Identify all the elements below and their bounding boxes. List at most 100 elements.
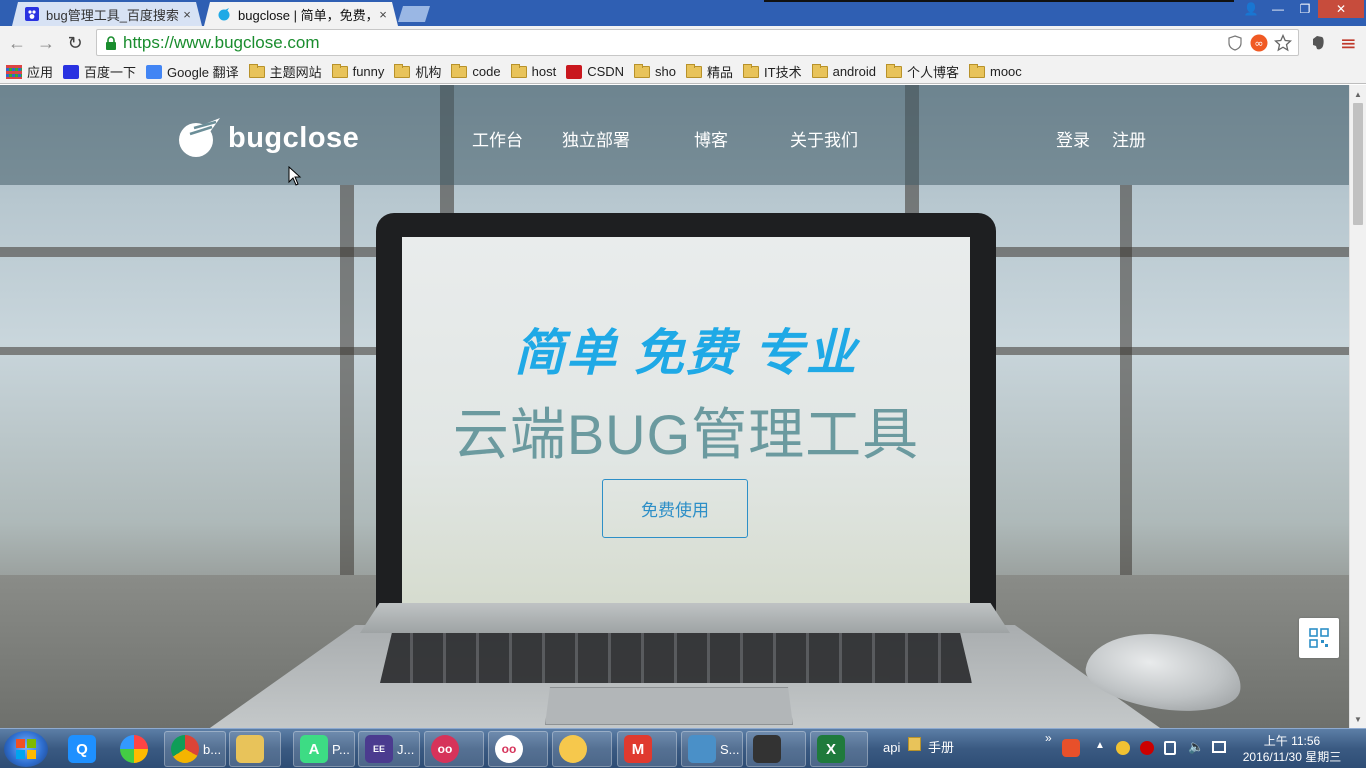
- folder-icon: [908, 737, 921, 751]
- taskbar-android-studio[interactable]: A P...: [293, 731, 355, 767]
- reload-button[interactable]: ↻: [64, 33, 86, 53]
- taskbar-chat-app[interactable]: [552, 731, 612, 767]
- qr-code-button[interactable]: [1299, 618, 1339, 658]
- folder-icon: [743, 63, 760, 78]
- bookmark-item[interactable]: IT技术: [743, 62, 802, 81]
- system-clock[interactable]: 上午 11:56 2016/11/30 星期三: [1236, 733, 1348, 765]
- taskbar-excel[interactable]: X: [810, 731, 868, 767]
- toolbar-api-label[interactable]: api: [883, 740, 900, 755]
- mouse-cursor-icon: [288, 166, 302, 186]
- login-link[interactable]: 登录: [1056, 126, 1090, 151]
- hero-subheadline: 云端BUG管理工具: [452, 403, 920, 466]
- bookmark-item[interactable]: code: [451, 63, 501, 79]
- chrome-menu-icon[interactable]: ≡: [1340, 31, 1357, 55]
- usb-device-icon[interactable]: [1164, 741, 1176, 755]
- laptop-trackpad: [545, 687, 793, 725]
- folder-icon: [331, 63, 348, 78]
- window-mullion: [1120, 185, 1132, 575]
- bookmark-label: host: [531, 64, 557, 79]
- bookmark-item[interactable]: sho: [634, 63, 676, 79]
- shield-icon[interactable]: [1226, 34, 1244, 52]
- omnibox-actions: ∞: [1226, 34, 1292, 52]
- taskbar-qq-browser[interactable]: Q: [62, 731, 96, 767]
- bookmark-item[interactable]: 百度一下: [63, 62, 136, 81]
- minimize-icon[interactable]: —: [1264, 0, 1292, 18]
- taskbar-pinwheel-app[interactable]: [114, 731, 148, 767]
- oo-red-icon: oo: [431, 735, 459, 763]
- tray-overflow-icon[interactable]: ▲: [1095, 740, 1105, 751]
- folder-icon: [394, 63, 411, 78]
- nav-blog[interactable]: 博客: [694, 126, 728, 151]
- laptop-hinge: [360, 603, 1010, 633]
- address-bar[interactable]: https://www.bugclose.com ∞: [96, 29, 1299, 56]
- nav-workbench[interactable]: 工作台: [472, 126, 523, 151]
- android-studio-icon: A: [300, 735, 328, 763]
- taskbar-m-app[interactable]: M: [617, 731, 677, 767]
- scroll-up-icon[interactable]: ▲: [1350, 86, 1366, 102]
- dolphin-icon: [688, 735, 716, 763]
- toolbar-manual-label[interactable]: 手册: [928, 737, 954, 756]
- bookmark-item[interactable]: 主题网站: [248, 62, 322, 81]
- bookmark-label: 机构: [415, 65, 442, 80]
- taskbar-label: P...: [332, 741, 350, 757]
- profile-icon[interactable]: 👤: [1238, 0, 1264, 18]
- scroll-down-icon[interactable]: ▼: [1350, 711, 1366, 727]
- excel-icon: X: [817, 735, 845, 763]
- bookmark-item[interactable]: android: [811, 63, 876, 79]
- taskbar-eclipse[interactable]: EE J...: [358, 731, 420, 767]
- scrollbar-thumb[interactable]: [1353, 103, 1363, 225]
- restore-icon[interactable]: ❐: [1292, 0, 1318, 18]
- bookmark-item[interactable]: host: [510, 63, 557, 79]
- taskbar-dolphin-app[interactable]: S...: [681, 731, 743, 767]
- bookmark-label: 个人博客: [906, 65, 959, 80]
- back-button[interactable]: ←: [6, 33, 28, 53]
- volume-icon[interactable]: 🔈: [1188, 739, 1204, 755]
- evernote-extension-icon[interactable]: [1309, 34, 1327, 52]
- taskbar-oo-app-2[interactable]: oo: [488, 731, 548, 767]
- bookmark-item[interactable]: funny: [331, 63, 384, 79]
- auth-links: 登录 注册: [1056, 126, 1146, 151]
- tab-bugclose[interactable]: bugclose | 简单，免费， ×: [204, 2, 398, 26]
- new-tab-button[interactable]: [398, 6, 430, 22]
- star-bookmark-icon[interactable]: [1274, 34, 1292, 52]
- network-icon[interactable]: [1212, 741, 1226, 753]
- infinity-extension-icon[interactable]: ∞: [1250, 34, 1268, 52]
- page-scrollbar[interactable]: ▲ ▼: [1349, 85, 1366, 728]
- bookmark-item[interactable]: 机构: [394, 62, 441, 81]
- register-link[interactable]: 注册: [1112, 126, 1146, 151]
- tab-close-icon[interactable]: ×: [180, 7, 194, 22]
- taskbar-explorer[interactable]: [229, 731, 281, 767]
- free-use-button[interactable]: 免费使用: [602, 479, 748, 538]
- record-icon[interactable]: [1140, 741, 1154, 755]
- taskbar-label: S...: [720, 741, 740, 757]
- file-explorer-icon: [236, 735, 264, 763]
- tab-title: bugclose | 简单，免费，: [238, 7, 376, 23]
- oo-white-icon: oo: [495, 735, 523, 763]
- toolbar-expand-icon[interactable]: »: [1045, 731, 1052, 745]
- nav-about-us[interactable]: 关于我们: [790, 126, 858, 151]
- hero-headline: 简单 免费 专业: [514, 325, 858, 381]
- qq-icon: Q: [68, 735, 96, 763]
- start-button[interactable]: [4, 731, 48, 767]
- taskbar-oo-app-1[interactable]: oo: [424, 731, 484, 767]
- sogou-input-icon[interactable]: [1062, 739, 1080, 757]
- bookmark-item[interactable]: Google 翻译: [146, 62, 239, 81]
- taskbar-chrome[interactable]: b...: [164, 731, 226, 767]
- bookmark-item[interactable]: 精品: [686, 62, 733, 81]
- close-window-icon[interactable]: ✕: [1318, 0, 1364, 18]
- tray-app-icon[interactable]: [1116, 741, 1130, 755]
- nav-self-hosted[interactable]: 独立部署: [562, 126, 630, 151]
- bugclose-logo-icon: [179, 118, 220, 157]
- taskbar-recorder[interactable]: [746, 731, 806, 767]
- forward-button[interactable]: →: [35, 33, 57, 53]
- folder-icon: [885, 63, 902, 78]
- bookmark-item[interactable]: 个人博客: [885, 62, 959, 81]
- bookmark-item[interactable]: mooc: [968, 63, 1022, 79]
- folder-icon: [968, 63, 985, 78]
- site-logo[interactable]: bugclose: [176, 118, 359, 158]
- bookmark-item[interactable]: 应用: [6, 62, 53, 81]
- bookmark-item[interactable]: CSDN: [566, 64, 624, 79]
- tab-close-icon[interactable]: ×: [376, 7, 390, 22]
- tab-baidu-search[interactable]: bug管理工具_百度搜索 ×: [12, 2, 202, 26]
- bookmark-label: 主题网站: [269, 65, 322, 80]
